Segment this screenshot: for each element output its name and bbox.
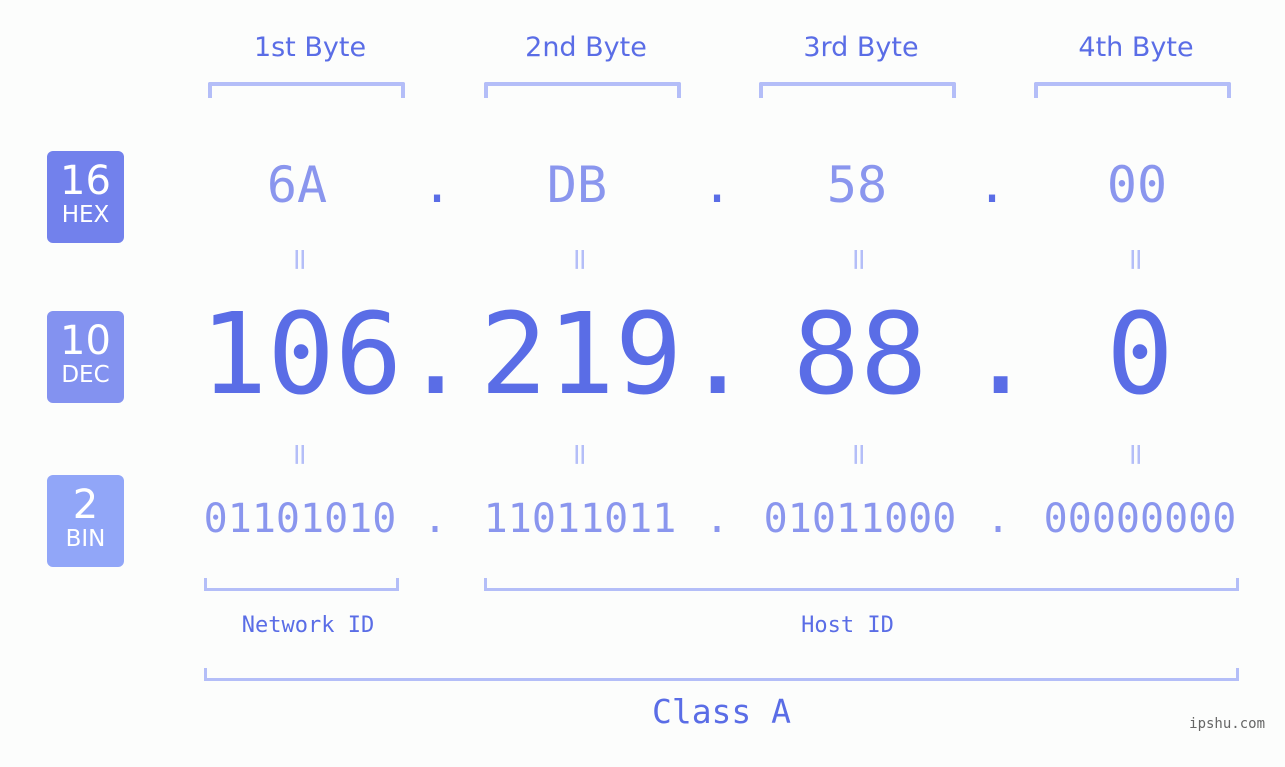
bin-separator-2: . — [704, 496, 730, 542]
byte-label-3: 3rd Byte — [803, 32, 919, 63]
dec-badge: 10 DEC — [47, 311, 124, 403]
byte-label-1: 1st Byte — [253, 32, 367, 63]
byte-label-2: 2nd Byte — [525, 32, 647, 63]
equals-icon: = — [562, 441, 598, 468]
class-bracket — [204, 668, 1239, 681]
bin-separator-1: . — [422, 496, 448, 542]
hex-badge: 16 HEX — [47, 151, 124, 243]
host-id-bracket — [484, 578, 1239, 591]
equals-icon: = — [841, 441, 877, 468]
equals-icon: = — [282, 441, 318, 468]
dec-octet-3: 88 — [792, 290, 928, 420]
dec-badge-unit: DEC — [61, 362, 110, 388]
byte-label-4: 4th Byte — [1078, 32, 1194, 63]
hex-separator-1: . — [421, 156, 453, 214]
equals-icon: = — [1118, 441, 1154, 468]
bin-badge: 2 BIN — [47, 475, 124, 567]
byte-bracket-1 — [208, 82, 405, 98]
hex-badge-unit: HEX — [61, 202, 110, 228]
dec-octet-1: 106 — [200, 290, 403, 420]
byte-bracket-3 — [759, 82, 956, 98]
bin-octet-2: 11011011 — [483, 496, 677, 542]
bin-octet-1: 01101010 — [203, 496, 397, 542]
dec-badge-number: 10 — [60, 318, 111, 364]
bin-separator-3: . — [985, 496, 1011, 542]
equals-icon: = — [841, 246, 877, 273]
hex-badge-number: 16 — [60, 158, 111, 204]
byte-bracket-4 — [1034, 82, 1231, 98]
hex-separator-2: . — [701, 156, 733, 214]
hex-separator-3: . — [976, 156, 1008, 214]
equals-icon: = — [1118, 246, 1154, 273]
bin-badge-unit: BIN — [65, 526, 106, 552]
class-label: Class A — [651, 692, 792, 731]
byte-bracket-2 — [484, 82, 681, 98]
dec-octet-4: 0 — [1106, 290, 1174, 420]
network-id-bracket — [204, 578, 399, 591]
dec-separator-1: . — [402, 290, 470, 420]
dec-separator-2: . — [684, 290, 752, 420]
dec-octet-2: 219 — [480, 290, 683, 420]
bin-octet-4: 00000000 — [1043, 496, 1237, 542]
dec-separator-3: . — [967, 290, 1035, 420]
bin-octet-3: 01011000 — [763, 496, 957, 542]
host-id-label: Host ID — [801, 613, 894, 638]
network-id-label: Network ID — [241, 613, 375, 638]
equals-icon: = — [282, 246, 318, 273]
equals-icon: = — [562, 246, 598, 273]
bin-badge-number: 2 — [72, 482, 99, 528]
watermark: ipshu.com — [1189, 716, 1265, 732]
